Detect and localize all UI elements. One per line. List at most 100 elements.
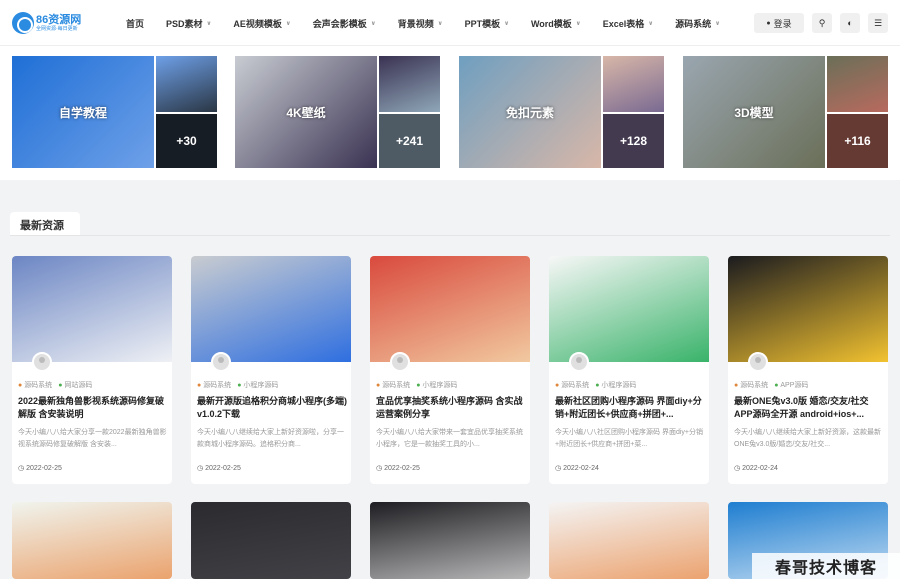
chevron-down-icon: ∨ bbox=[370, 20, 376, 27]
resource-tag[interactable]: APP源码 bbox=[780, 382, 808, 389]
resource-tag[interactable]: 小程序源码 bbox=[243, 382, 278, 389]
site-header: 86资源网 全网资源·每日更新 首页 PSD素材 ∨ AE视频模板 ∨ 会声会影模板 ∨ 背景… bbox=[0, 0, 900, 46]
category-dot-icon: ● bbox=[58, 382, 63, 389]
nav-item[interactable]: AE视频模板 ∨ bbox=[233, 17, 290, 30]
avatar[interactable] bbox=[211, 352, 231, 372]
nav-item[interactable]: Word模板 ∨ bbox=[531, 17, 581, 30]
resource-description: 今天小编八八给大家分享一款2022最新独角兽影视系统源码修复破解版 含安装... bbox=[18, 429, 167, 448]
category-tile[interactable]: 4K壁纸 +241 bbox=[235, 56, 440, 168]
nav-item[interactable]: 首页 bbox=[126, 17, 144, 30]
clock-icon: ◷ bbox=[734, 465, 741, 472]
resource-date: ◷ 2022-02-25 bbox=[18, 464, 62, 472]
resource-title[interactable]: 宜品优享抽奖系统小程序源码 含实战运营案例分享 bbox=[376, 395, 526, 421]
date-text: 2022-02-25 bbox=[384, 465, 420, 472]
resource-date: ◷ 2022-02-25 bbox=[197, 464, 241, 472]
resource-description: 今天小编八八继续给大家上新好资源啦，分享一款商城小程序源码。追格积分商... bbox=[197, 429, 344, 448]
chevron-down-icon: ∨ bbox=[648, 20, 654, 27]
resource-card[interactable]: ● 源码系统 ● 小程序源码最新社区团购小程序源码 界面diy+分销+附近团长+供… bbox=[549, 256, 709, 484]
avatar[interactable] bbox=[390, 352, 410, 372]
resource-tag[interactable]: 小程序源码 bbox=[601, 382, 636, 389]
category-thumb bbox=[156, 56, 217, 112]
nav-item[interactable]: 背景视频 ∨ bbox=[398, 17, 443, 30]
resource-date: ◷ 2022-02-24 bbox=[734, 464, 778, 472]
category-tile[interactable]: 免扣元素 +128 bbox=[459, 56, 664, 168]
resource-card[interactable]: ● 源码系统 ● APP源码 最新ONE兔v3.0版 婚恋/交友/社交APP源码全开… bbox=[728, 256, 888, 484]
nav-item-label: 首页 bbox=[126, 18, 145, 29]
avatar[interactable] bbox=[569, 352, 589, 372]
clock-icon: ◷ bbox=[376, 465, 383, 472]
chevron-down-icon: ∨ bbox=[437, 20, 443, 27]
resource-tag[interactable]: 源码系统 bbox=[740, 382, 768, 389]
theme-toggle-icon: ◐ bbox=[847, 18, 853, 28]
chevron-down-icon: ∨ bbox=[715, 20, 720, 27]
nav-item-label: AE视频模板 bbox=[233, 18, 282, 29]
resource-tags: ● 源码系统 ● 小程序源码 bbox=[376, 380, 457, 390]
resource-thumbnail[interactable] bbox=[191, 256, 351, 362]
category-dot-icon: ● bbox=[734, 382, 739, 389]
resource-card[interactable]: ● 源码系统 ● 小程序源码 最新开源版追格积分商城小程序(多端) v1.0.2下载… bbox=[191, 256, 351, 484]
section-divider bbox=[10, 235, 890, 236]
category-label: 3D模型 bbox=[734, 106, 774, 120]
logo-icon bbox=[12, 12, 34, 34]
resource-card[interactable]: ● 源码系统 ● 网站源码 2022最新独角兽影视系统源码修复破解版 含安装说明 今天… bbox=[12, 256, 172, 484]
resource-card[interactable]: ● 源码系统 ● 小程序源码 宜品优享抽奖系统小程序源码 含实战运营案例分享 今天小编… bbox=[370, 256, 530, 484]
menu-icon: ☰ bbox=[873, 17, 883, 28]
resource-thumbnail[interactable] bbox=[728, 256, 888, 362]
resource-thumbnail[interactable] bbox=[549, 256, 709, 362]
nav-item[interactable]: PPT模板 ∨ bbox=[465, 17, 509, 30]
nav-item[interactable]: Excel表格 ∨ bbox=[603, 17, 653, 30]
menu-button[interactable]: ☰ bbox=[868, 13, 888, 33]
resource-title[interactable]: 2022最新独角兽影视系统源码修复破解版 含安装说明 bbox=[18, 395, 168, 421]
category-thumb bbox=[379, 56, 440, 112]
resource-thumbnail[interactable] bbox=[12, 256, 172, 362]
nav-item[interactable]: PSD素材 ∨ bbox=[166, 17, 211, 30]
section-header: 最新资源 bbox=[10, 212, 80, 236]
resource-tags: ● 源码系统 ● 网站源码 bbox=[18, 380, 92, 390]
resource-tag[interactable]: 源码系统 bbox=[561, 382, 589, 389]
nav-item-label: PSD素材 bbox=[166, 18, 203, 29]
category-dot-icon: ● bbox=[416, 382, 421, 389]
avatar[interactable] bbox=[32, 352, 52, 372]
resource-thumbnail[interactable] bbox=[370, 256, 530, 362]
theme-toggle-button[interactable]: ◐ bbox=[840, 13, 860, 33]
resource-tag[interactable]: 网站源码 bbox=[64, 382, 92, 389]
nav-item[interactable]: 会声会影模板 ∨ bbox=[313, 17, 376, 30]
resource-card[interactable] bbox=[370, 502, 530, 579]
resource-date: ◷ 2022-02-24 bbox=[555, 464, 599, 472]
date-text: 2022-02-25 bbox=[26, 465, 62, 472]
resource-title[interactable]: 最新ONE兔v3.0版 婚恋/交友/社交APP源码全开源 android+ios… bbox=[734, 395, 884, 421]
resource-tag[interactable]: 小程序源码 bbox=[422, 382, 457, 389]
category-label: 4K壁纸 bbox=[286, 106, 326, 120]
resource-title[interactable]: 最新开源版追格积分商城小程序(多端) v1.0.2下载 bbox=[197, 395, 347, 421]
nav-item[interactable]: 源码系统 ∨ bbox=[675, 17, 720, 30]
section-title: 最新资源 bbox=[20, 220, 64, 232]
category-tile[interactable]: 自学教程 +30 bbox=[12, 56, 217, 168]
clock-icon: ◷ bbox=[197, 465, 204, 472]
resource-tag[interactable]: 源码系统 bbox=[24, 382, 52, 389]
resource-title[interactable]: 最新社区团购小程序源码 界面diy+分销+附近团长+供应商+拼团+... bbox=[555, 395, 705, 421]
resource-tag[interactable]: 源码系统 bbox=[382, 382, 410, 389]
category-count: +30 bbox=[176, 134, 197, 148]
category-dot-icon: ● bbox=[774, 382, 779, 389]
main-nav: 首页 PSD素材 ∨ AE视频模板 ∨ 会声会影模板 ∨ 背景视频 ∨ PPT模板 ∨ Word模板 ∨… bbox=[126, 0, 742, 46]
login-button[interactable]: ● 登录 bbox=[754, 13, 804, 33]
resource-card[interactable] bbox=[549, 502, 709, 579]
resource-card[interactable] bbox=[12, 502, 172, 579]
resource-card[interactable] bbox=[191, 502, 351, 579]
search-button[interactable]: ⚲ bbox=[812, 13, 832, 33]
clock-icon: ◷ bbox=[555, 465, 562, 472]
chevron-down-icon: ∨ bbox=[504, 20, 509, 27]
resource-tags: ● 源码系统 ● 小程序源码 bbox=[555, 380, 636, 390]
chevron-down-icon: ∨ bbox=[575, 20, 581, 27]
avatar[interactable] bbox=[748, 352, 768, 372]
resource-tag[interactable]: 源码系统 bbox=[203, 382, 231, 389]
category-dot-icon: ● bbox=[376, 382, 381, 389]
date-text: 2022-02-24 bbox=[742, 465, 778, 472]
category-dot-icon: ● bbox=[237, 382, 242, 389]
category-tile[interactable]: 3D模型 +116 bbox=[683, 56, 888, 168]
resource-description: 今天小编八八社区团购小程序源码 界面diy+分销+附近团长+供应商+拼团+菜..… bbox=[555, 429, 703, 448]
category-count: +116 bbox=[844, 134, 871, 148]
category-label: 免扣元素 bbox=[505, 106, 554, 120]
site-logo[interactable]: 86资源网 全网资源·每日更新 bbox=[12, 10, 94, 36]
nav-item-label: 源码系统 bbox=[675, 18, 712, 29]
